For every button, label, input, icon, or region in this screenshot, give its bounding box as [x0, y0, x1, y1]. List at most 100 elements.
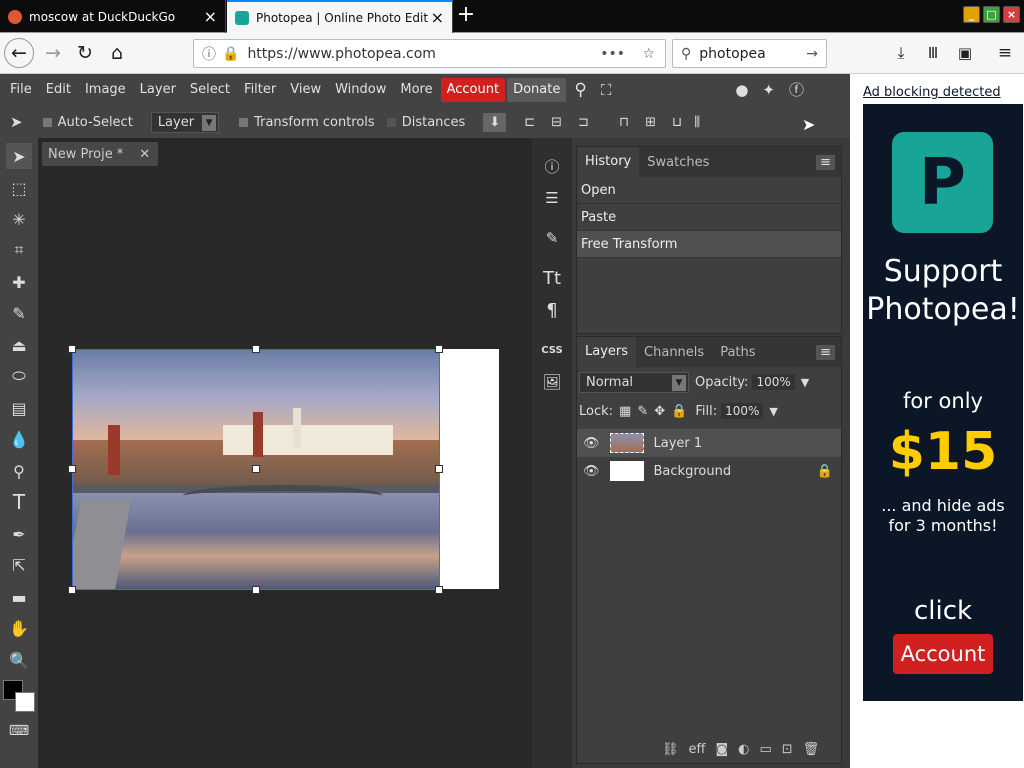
- menu-image[interactable]: Image: [79, 78, 132, 102]
- layer-row-background[interactable]: 👁 Background 🔒: [577, 457, 841, 485]
- layer-effects-icon[interactable]: eff: [689, 742, 706, 757]
- marquee-tool-icon[interactable]: ⬚: [6, 175, 32, 201]
- ad-blocking-notice[interactable]: Ad blocking detected: [863, 85, 1001, 100]
- menu-file[interactable]: File: [4, 78, 38, 102]
- layer-group-select[interactable]: Layer ▼: [150, 111, 220, 133]
- pen-tool-icon[interactable]: ✒: [6, 521, 32, 547]
- info-icon[interactable]: ⓘ: [202, 44, 216, 64]
- tab-duckduckgo[interactable]: moscow at DuckDuckGo ×: [0, 0, 226, 33]
- opacity-dropdown-icon[interactable]: ▼: [801, 376, 809, 389]
- transform-handle[interactable]: [68, 465, 76, 473]
- add-mask-icon[interactable]: ◙: [715, 742, 728, 757]
- new-tab-button[interactable]: +: [455, 2, 477, 30]
- close-tab-icon[interactable]: ×: [431, 8, 444, 27]
- support-ad[interactable]: P Support Photopea! for only $15 ... and…: [863, 104, 1023, 701]
- search-input[interactable]: photopea: [699, 46, 765, 62]
- eraser-tool-icon[interactable]: ⬭: [6, 363, 32, 389]
- adjustment-layer-icon[interactable]: ◐: [738, 742, 749, 757]
- keyboard-icon[interactable]: ⌨: [6, 718, 32, 744]
- maximize-icon[interactable]: □: [983, 6, 1000, 23]
- page-actions-icon[interactable]: •••: [600, 46, 625, 62]
- back-button[interactable]: ←: [4, 38, 34, 68]
- hamburger-menu-icon[interactable]: ≡: [990, 38, 1020, 68]
- lock-pixels-icon[interactable]: ✎: [637, 404, 648, 419]
- history-item[interactable]: Open: [577, 177, 841, 204]
- brush-settings-icon[interactable]: ✎: [538, 224, 566, 252]
- shape-tool-icon[interactable]: ▬: [6, 584, 32, 610]
- character-icon[interactable]: Tt: [538, 264, 566, 292]
- history-item[interactable]: Paste: [577, 204, 841, 231]
- window-close-icon[interactable]: ×: [1003, 6, 1020, 23]
- zoom-tool-icon[interactable]: 🔍: [6, 647, 32, 673]
- download-icon[interactable]: ⬇: [483, 112, 507, 132]
- url-bar[interactable]: ⓘ 🔒 https://www.photopea.com ••• ☆: [193, 39, 666, 68]
- close-tab-icon[interactable]: ×: [204, 7, 217, 26]
- auto-select-checkbox[interactable]: [42, 117, 52, 127]
- reddit-icon[interactable]: ●: [729, 78, 754, 102]
- lock-all-icon[interactable]: 🔒: [671, 404, 687, 419]
- info-icon[interactable]: ⓘ: [538, 152, 566, 180]
- search-box[interactable]: ⚲ photopea →: [672, 39, 827, 68]
- ad-account-button[interactable]: Account: [893, 634, 993, 674]
- layer-row-layer1[interactable]: 👁 Layer 1: [577, 429, 841, 457]
- distances-checkbox[interactable]: [386, 117, 396, 127]
- align-center-icon[interactable]: ⊟: [551, 115, 562, 130]
- history-item-active[interactable]: Free Transform: [577, 231, 841, 258]
- lock-position-icon[interactable]: ✥: [654, 404, 665, 419]
- menu-window[interactable]: Window: [329, 78, 392, 102]
- donate-button[interactable]: Donate: [507, 78, 567, 102]
- search-icon[interactable]: ⚲: [568, 78, 592, 102]
- sidebar-icon[interactable]: ▣: [950, 38, 980, 68]
- distribute-icon[interactable]: ⫼: [694, 115, 700, 130]
- menu-more[interactable]: More: [394, 78, 438, 102]
- transform-handle[interactable]: [68, 345, 76, 353]
- close-document-icon[interactable]: ✕: [139, 147, 150, 162]
- link-layers-icon[interactable]: ⛓: [662, 742, 679, 757]
- menu-filter[interactable]: Filter: [238, 78, 282, 102]
- panel-menu-icon[interactable]: ≡: [816, 344, 835, 360]
- adjustments-icon[interactable]: ☰: [538, 184, 566, 212]
- opacity-input[interactable]: 100%: [752, 374, 795, 390]
- transform-handle[interactable]: [435, 586, 443, 594]
- delete-layer-icon[interactable]: 🗑: [803, 742, 820, 757]
- transform-handle[interactable]: [252, 586, 260, 594]
- minimize-icon[interactable]: _: [963, 6, 980, 23]
- tab-history[interactable]: History: [577, 147, 640, 177]
- stamp-tool-icon[interactable]: ⏏: [6, 332, 32, 358]
- menu-view[interactable]: View: [284, 78, 327, 102]
- new-group-icon[interactable]: ▭: [759, 742, 771, 757]
- paragraph-icon[interactable]: ¶: [538, 296, 566, 324]
- fill-dropdown-icon[interactable]: ▼: [769, 405, 777, 418]
- visibility-eye-icon[interactable]: 👁: [583, 464, 600, 479]
- menu-layer[interactable]: Layer: [134, 78, 182, 102]
- twitter-icon[interactable]: ✦: [756, 78, 781, 102]
- align-top-icon[interactable]: ⊓: [619, 115, 629, 130]
- healing-brush-icon[interactable]: ✚: [6, 269, 32, 295]
- new-layer-icon[interactable]: ⊡: [782, 742, 793, 757]
- tab-layers[interactable]: Layers: [577, 337, 637, 367]
- blur-tool-icon[interactable]: 💧: [6, 426, 32, 452]
- transform-handle[interactable]: [252, 345, 260, 353]
- transform-controls-checkbox[interactable]: [239, 117, 249, 127]
- menu-select[interactable]: Select: [184, 78, 236, 102]
- account-button[interactable]: Account: [440, 78, 506, 102]
- downloads-icon[interactable]: ⤓: [886, 38, 916, 68]
- visibility-eye-icon[interactable]: 👁: [583, 436, 600, 451]
- blend-mode-select[interactable]: Normal ▼: [579, 371, 689, 393]
- bookmark-star-icon[interactable]: ☆: [642, 46, 655, 62]
- fullscreen-icon[interactable]: ⛶: [595, 78, 618, 102]
- align-left-icon[interactable]: ⊏: [524, 115, 535, 130]
- magic-wand-icon[interactable]: ✳: [6, 206, 32, 232]
- background-color-swatch[interactable]: [15, 692, 35, 712]
- align-right-icon[interactable]: ⊐: [578, 115, 589, 130]
- hand-tool-icon[interactable]: ✋: [6, 615, 32, 641]
- css-icon[interactable]: CSS: [538, 336, 566, 364]
- transform-handle[interactable]: [68, 586, 76, 594]
- home-button[interactable]: ⌂: [102, 38, 132, 68]
- brush-tool-icon[interactable]: ✎: [6, 300, 32, 326]
- image-icon[interactable]: 🖼: [538, 368, 566, 396]
- transform-handle[interactable]: [252, 465, 260, 473]
- align-bottom-icon[interactable]: ⊔: [672, 115, 682, 130]
- gradient-tool-icon[interactable]: ▤: [6, 395, 32, 421]
- tab-swatches[interactable]: Swatches: [639, 155, 717, 170]
